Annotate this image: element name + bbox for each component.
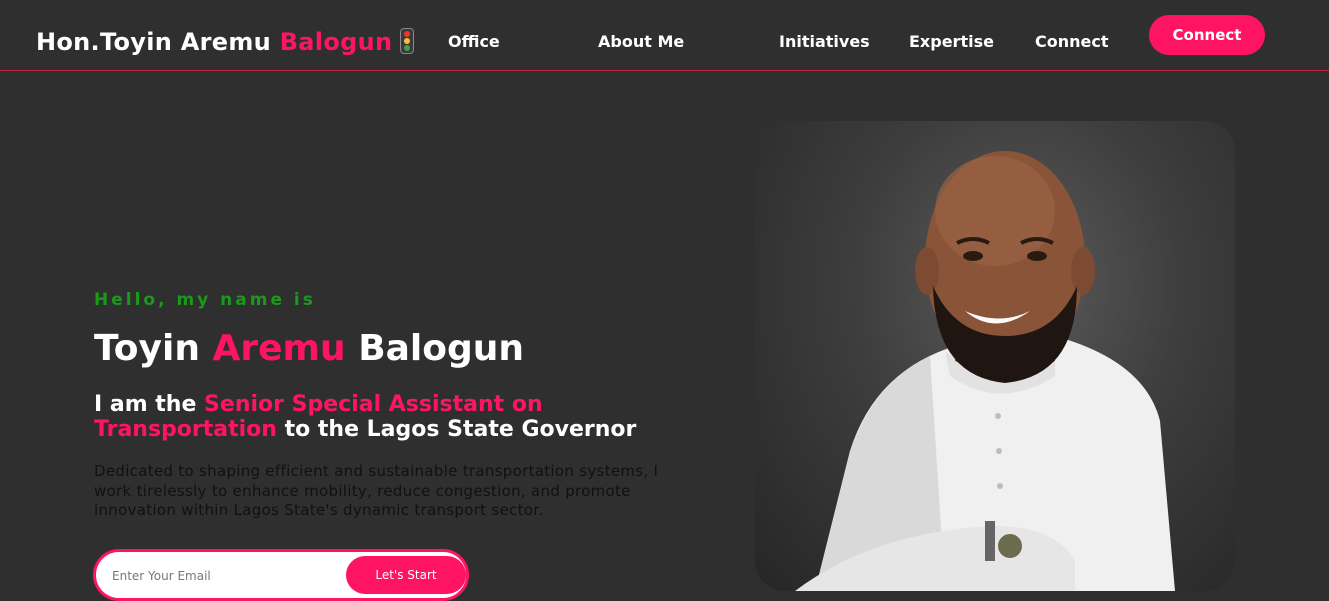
email-input[interactable] (110, 564, 334, 588)
nav-link-office[interactable]: Office (448, 32, 500, 51)
hero-name-last: Balogun (345, 328, 525, 369)
hero-name-accent: Aremu (212, 328, 346, 369)
nav-link-expertise[interactable]: Expertise (909, 32, 994, 51)
hero-greeting: Hello, my name is (94, 290, 316, 310)
hero-description: Dedicated to shaping efficient and susta… (94, 462, 659, 519)
nav-link-initiatives[interactable]: Initiatives (779, 32, 870, 51)
connect-button[interactable]: Connect (1149, 15, 1265, 55)
nav-link-connect[interactable]: Connect (1035, 32, 1109, 51)
nav-link-about-me[interactable]: About Me (598, 32, 684, 51)
portrait-photo (755, 121, 1235, 591)
portrait-illustration (795, 151, 1175, 591)
role-prefix: I am the (94, 392, 205, 417)
brand-name: Hon.Toyin Aremu (36, 28, 280, 56)
hero-name: Toyin Aremu Balogun (94, 328, 524, 369)
site-brand[interactable]: Hon.Toyin Aremu Balogun (36, 28, 415, 56)
hero-name-first: Toyin (94, 328, 213, 369)
lets-start-button[interactable]: Let's Start (346, 556, 466, 594)
email-signup-form: Let's Start (93, 549, 469, 601)
role-suffix: to the Lagos State Governor (276, 417, 637, 442)
hero-role: I am the Senior Special Assistant on Tra… (94, 392, 654, 442)
brand-name-accent: Balogun (279, 28, 393, 56)
traffic-light-icon (400, 28, 415, 54)
top-navbar: Hon.Toyin Aremu Balogun Office About Me … (0, 0, 1329, 71)
